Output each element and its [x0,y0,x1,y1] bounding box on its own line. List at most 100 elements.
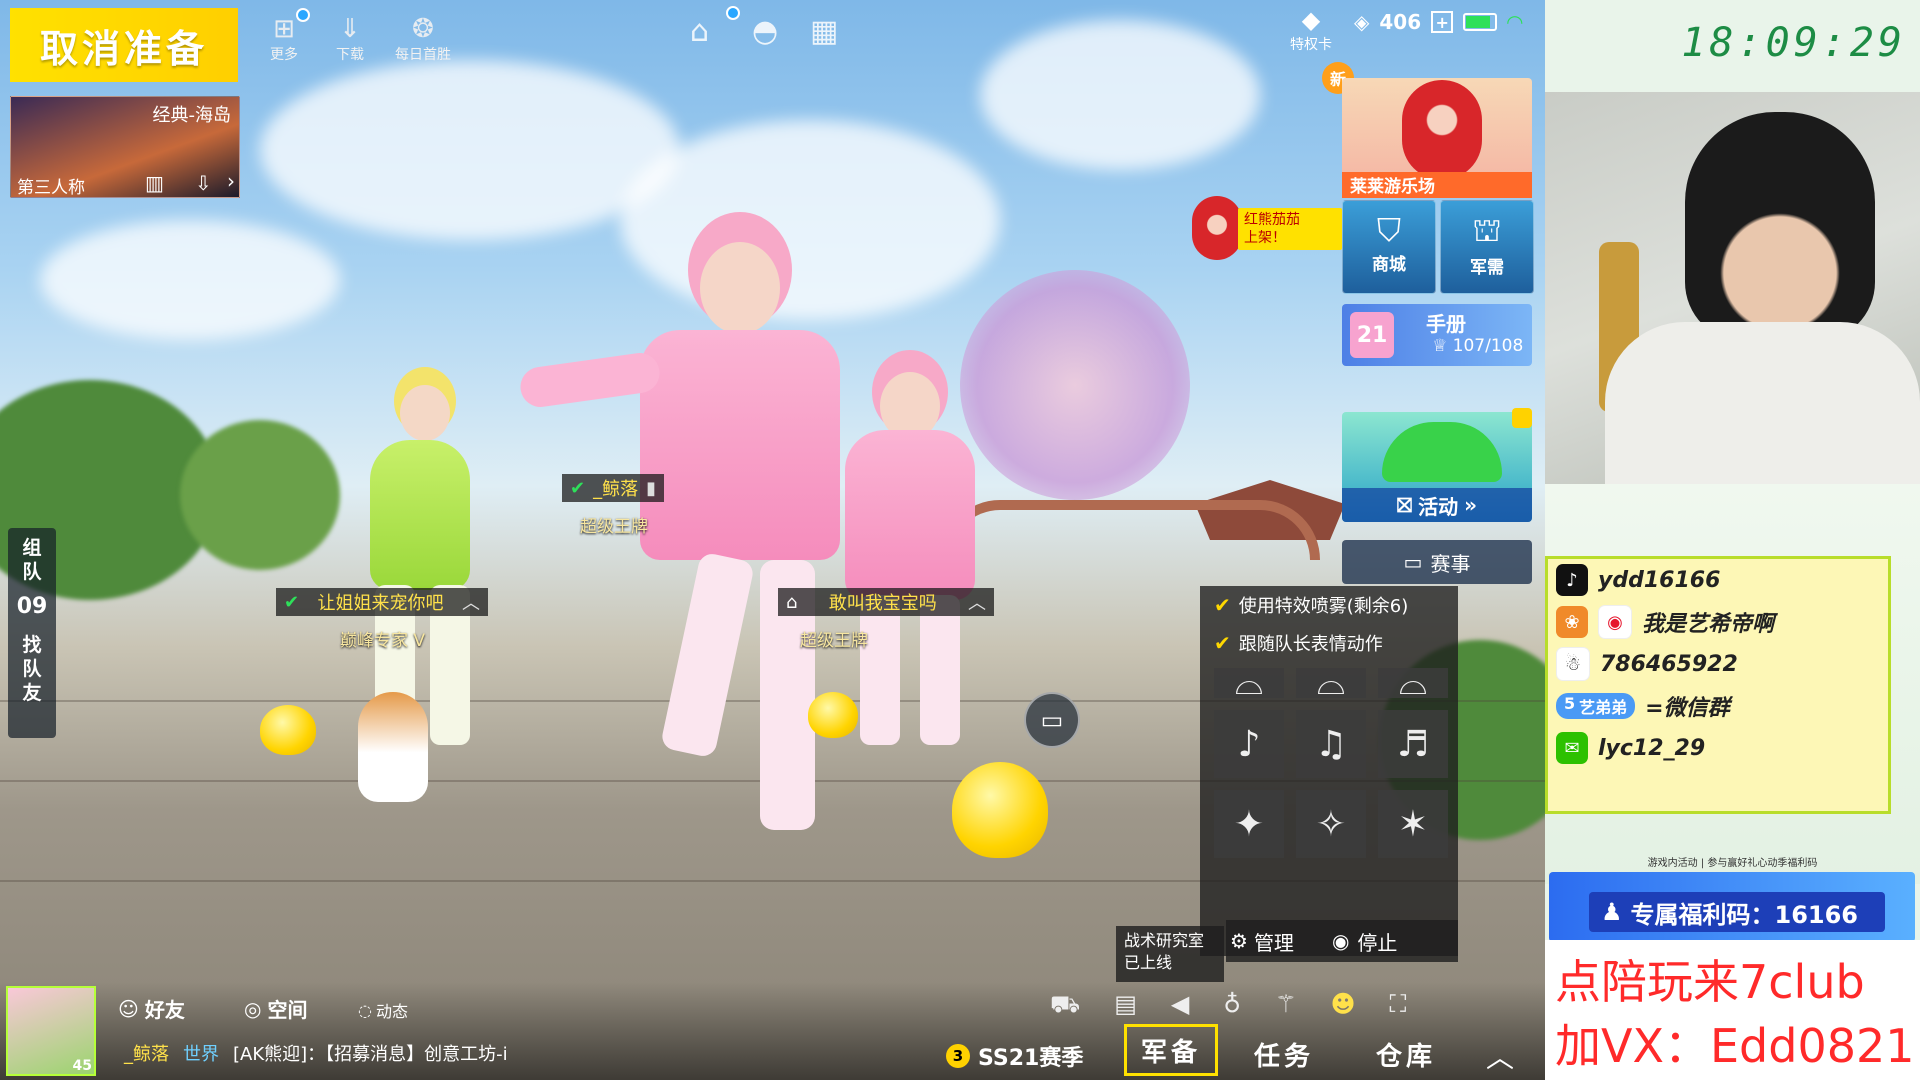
season-button[interactable]: 3 SS21赛季 [946,1040,1083,1072]
social-text: 我是艺希帝啊 [1642,612,1775,637]
gift-badge-icon [1512,408,1532,428]
social-row: 5 艺弟弟 =微信群 [1548,685,1888,727]
promo-bubble[interactable]: 红熊茄茄 上架！ [1192,196,1342,260]
nav-armory[interactable]: 军备 [1124,1024,1218,1076]
shop-button[interactable]: ⛉ 商城 [1342,200,1436,294]
handbook-button[interactable]: 21 手册 ♕ 107/108 [1342,304,1532,366]
chat-bubble-icon[interactable]: ▭ [1024,692,1080,748]
emote-icon[interactable]: ☻ [1330,990,1355,1021]
player-tag[interactable]: ✔ _鲸落 ▮ [562,474,664,502]
activity-button[interactable]: ⛝ 活动 » [1342,412,1532,522]
emote-dance-icon[interactable]: ✶ [1378,790,1448,858]
cloud [620,120,1000,320]
add-currency-button[interactable]: + [1431,11,1454,33]
nav-inventory[interactable]: 仓库 [1376,1036,1436,1073]
chick-pet [952,762,1048,858]
daily-label: 每日首胜 [395,47,451,63]
find-teammates-label[interactable]: 找 队 友 [22,633,41,705]
handbook-progress: ♕ 107/108 [1432,336,1523,356]
status-bar: ◈ 406 + ◠ [1354,10,1523,34]
quick-icons: ⛟ ▤ ◀ ♁ ⚚ ☻ ⛶ [1050,990,1406,1021]
season-rank-icon: 3 [946,1044,970,1068]
promo-code-box: ♟ 专属福利码：16166 [1589,892,1885,932]
chevron-up-icon[interactable]: ︿ [1486,1036,1514,1076]
stop-button[interactable]: 停止 [1357,927,1397,956]
tomato-character [1402,80,1482,180]
emote-slot[interactable]: ⌓ [1296,662,1366,703]
space-icon: ◎ [244,996,262,1021]
fullscreen-icon[interactable]: ⛶ [1389,990,1406,1021]
emote-dance-icon[interactable]: ♫ [1296,710,1366,778]
currency-icon: ◈ [1354,10,1370,34]
microphone-icon[interactable]: ♁ [1223,990,1241,1021]
emote-dance-icon[interactable]: ♪ [1214,710,1284,778]
speaker-icon[interactable]: ◀ [1171,990,1189,1021]
activity-label: 活动 [1418,494,1459,519]
orange-app-icon: ❀ [1556,606,1588,638]
nav-missions[interactable]: 任务 [1254,1036,1314,1073]
notification-dot [726,6,740,20]
avatar[interactable]: 45 [6,986,96,1076]
emote-slot[interactable]: ⌓ [1378,662,1448,703]
cloud [40,220,340,340]
privilege-card-label: 特权卡 [1290,37,1332,53]
season-label: SS21赛季 [978,1046,1084,1071]
qq-icon: ☃ [1556,647,1590,681]
space-label: 空间 [267,998,308,1022]
manage-button[interactable]: 管理 [1254,927,1294,956]
team-count: 09 [16,594,48,619]
promo-bubble-text: 红熊茄茄 上架！ [1238,208,1342,250]
team-sidebar[interactable]: 组 队 09 找 队 友 [8,528,56,738]
wand-icon[interactable]: ⚚ [1275,990,1297,1021]
chick-pet [260,705,316,755]
home-icon[interactable]: ⌂ [690,14,709,49]
download-icon: ⇓ [339,14,361,44]
social-text: lyc12_29 [1598,735,1706,761]
spray-option[interactable]: ✔ 使用特效喷雾(剩余6) [1200,586,1458,624]
calendar-icon[interactable]: ▦ [810,14,838,49]
chevron-up-icon[interactable]: ︿ [462,589,480,615]
event-banner[interactable]: 莱莱游乐场 [1342,78,1532,198]
player-tag[interactable]: ✔ 让姐姐来宠你吧 ︿ [276,588,488,616]
daily-icon: ❂ [412,14,434,44]
emote-dance-icon[interactable]: ✦ [1214,790,1284,858]
ad-line-1: 点陪玩来7club [1555,955,1865,1009]
chat-line[interactable]: _鲸落 世界 [AK熊迎]：【招募消息】创意工坊-i [124,1040,508,1066]
emote-dance-icon[interactable]: ♬ [1378,710,1448,778]
car-icon[interactable]: ⛟ [1050,990,1080,1021]
message-icon[interactable]: ▤ [1114,990,1137,1021]
chevron-right-icon[interactable]: › [227,169,235,193]
promo-caption: 游戏内活动 | 参与赢好礼心动季福利码 [1647,858,1818,869]
shop-bag-icon: ⛉ [1376,211,1401,249]
emote-grid: ⌓ ⌓ ⌓ ♪ ♫ ♬ ✦ ✧ ✶ [1200,662,1458,864]
map-selector[interactable]: 经典-海岛 第三人称 ▥ ⇩ › [10,96,240,198]
daily-win-button[interactable]: ❂ 每日首胜 [388,14,458,64]
download-button[interactable]: ⇓ 下载 [322,14,378,64]
feed-button[interactable]: ◌ 动态 [358,998,408,1022]
social-row: ☃ 786465922 [1548,643,1888,685]
friends-button[interactable]: ☺ 好友 [118,994,185,1023]
chat-text: [AK熊迎]：【招募消息】创意工坊-i [233,1044,508,1065]
emote-dance-icon[interactable]: ✧ [1296,790,1366,858]
helmet-icon[interactable]: ◓ [752,14,778,49]
chick-pet [808,692,858,738]
follow-leader-label: 跟随队长表情动作 [1238,634,1383,655]
armory-button[interactable]: ⛫ 军需 [1440,200,1534,294]
emote-slot[interactable]: ⌓ [1214,662,1284,703]
cancel-ready-button[interactable]: 取消准备 [10,8,238,82]
social-text: 786465922 [1600,651,1738,677]
follow-leader-option[interactable]: ✔ 跟随队长表情动作 [1200,624,1458,662]
chevron-up-icon[interactable]: ︿ [968,589,986,615]
promo-code-text: 专属福利码：16166 [1630,900,1859,929]
tournament-button[interactable]: ▭ 赛事 [1342,540,1532,584]
mic-icon[interactable]: ▮ [646,478,656,499]
gear-icon: ⚙ [1230,929,1248,953]
space-button[interactable]: ◎ 空间 [244,994,307,1023]
fill-team-icon[interactable]: ⇩ [195,171,212,195]
player-name: _鲸落 [593,479,639,500]
privilege-card-button[interactable]: ◆ 特权卡 [1290,6,1332,54]
player-rank: 超级王牌 [800,631,868,651]
player-tag[interactable]: ⌂ 敢叫我宝宝吗 ︿ [778,588,994,616]
team-size-icon[interactable]: ▥ [145,171,164,195]
clock: 18:09:29 [1681,20,1906,66]
